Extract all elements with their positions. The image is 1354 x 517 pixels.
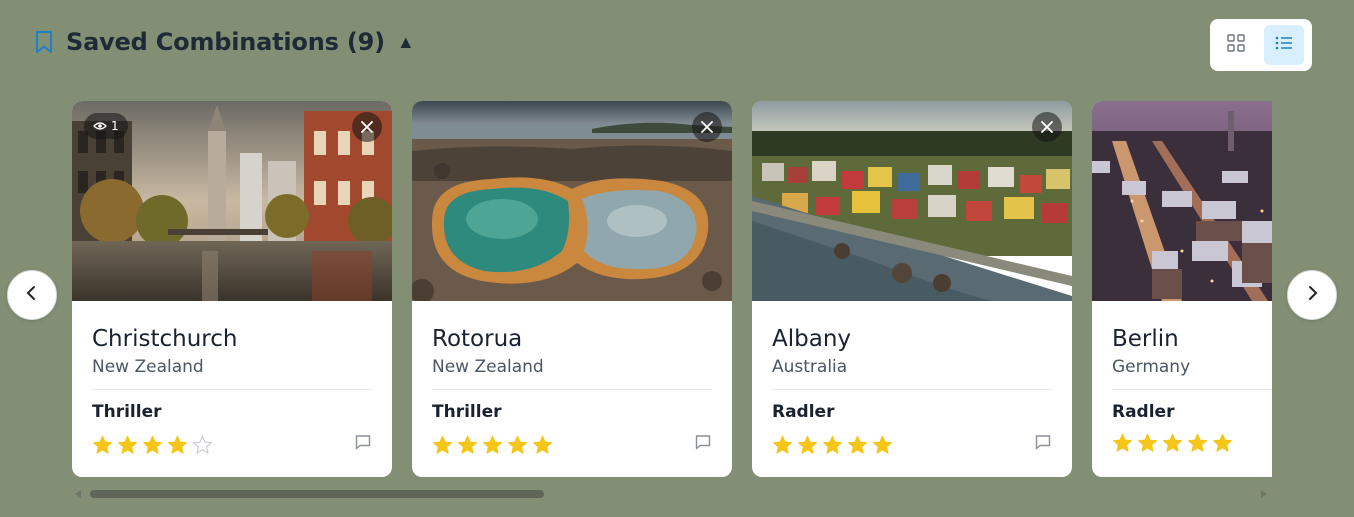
card-beer: Radler [772,402,835,422]
card-divider [1112,389,1272,390]
combination-card[interactable]: Rotorua New Zealand Thriller [412,101,732,477]
star-filled-icon[interactable] [507,435,528,455]
close-icon [1041,121,1053,133]
card-city: Rotorua [432,326,523,352]
star-rating[interactable] [1112,433,1233,453]
star-filled-icon[interactable] [1187,433,1208,453]
scrollbar-thumb[interactable] [90,490,544,498]
star-filled-icon[interactable] [772,435,793,455]
carousel-track: 1 Christchurch New Zealand Thriller Roto… [72,101,1272,477]
star-filled-icon[interactable] [532,435,553,455]
star-filled-icon[interactable] [1162,433,1183,453]
grid-view-button[interactable] [1216,25,1256,65]
scroll-left-arrow-icon[interactable] [75,490,81,498]
remove-card-button[interactable] [1032,112,1062,142]
views-count: 1 [111,119,119,133]
carousel-scrollbar[interactable] [72,488,1272,500]
card-city: Christchurch [92,326,238,352]
carousel-prev-button[interactable] [7,270,57,320]
section-header: Saved Combinations (9) ▲ [32,28,415,56]
star-filled-icon[interactable] [92,435,113,455]
card-country: Germany [1112,357,1191,377]
chevron-left-icon [25,285,39,306]
city-night-photo [1092,101,1272,301]
combinations-carousel: 1 Christchurch New Zealand Thriller Roto… [72,101,1272,477]
grid-icon [1227,33,1245,57]
card-city: Albany [772,326,852,352]
star-filled-icon[interactable] [797,435,818,455]
chevron-right-icon [1305,285,1319,306]
close-icon [701,121,713,133]
star-rating[interactable] [772,435,893,455]
views-badge: 1 [84,113,128,139]
card-country: New Zealand [432,357,544,377]
star-filled-icon[interactable] [1212,433,1233,453]
card-divider [772,389,1052,390]
bookmark-icon [32,29,56,55]
close-icon [361,121,373,133]
combination-card[interactable]: 1 Christchurch New Zealand Thriller [72,101,392,477]
carousel-next-button[interactable] [1287,270,1337,320]
remove-card-button[interactable] [692,112,722,142]
star-filled-icon[interactable] [117,435,138,455]
geothermal-pool-photo [412,101,732,301]
scroll-right-arrow-icon[interactable] [1261,490,1267,498]
star-filled-icon[interactable] [142,435,163,455]
star-filled-icon[interactable] [1112,433,1133,453]
star-filled-icon[interactable] [1137,433,1158,453]
remove-card-button[interactable] [352,112,382,142]
star-filled-icon[interactable] [167,435,188,455]
comment-icon[interactable] [694,433,712,456]
collapse-toggle-icon[interactable]: ▲ [397,32,415,53]
combination-card[interactable]: Albany Australia Radler [752,101,1072,477]
star-rating[interactable] [432,435,553,455]
view-toggle [1210,19,1312,71]
card-country: Australia [772,357,848,377]
card-divider [432,389,712,390]
star-empty-icon[interactable] [192,435,213,455]
combination-card[interactable]: Berlin Germany Radler [1092,101,1272,477]
card-beer: Thriller [432,402,502,422]
comment-icon[interactable] [1034,433,1052,456]
list-icon [1275,35,1293,56]
card-beer: Radler [1112,402,1175,422]
coastal-town-photo [752,101,1072,301]
star-filled-icon[interactable] [847,435,868,455]
star-filled-icon[interactable] [482,435,503,455]
canal-street-photo: 1 [72,101,392,301]
card-divider [92,389,372,390]
list-view-button[interactable] [1264,25,1304,65]
star-filled-icon[interactable] [822,435,843,455]
star-rating[interactable] [92,435,213,455]
section-title: Saved Combinations (9) [66,28,385,56]
comment-icon[interactable] [354,433,372,456]
star-filled-icon[interactable] [872,435,893,455]
card-beer: Thriller [92,402,162,422]
eye-icon [93,121,107,131]
star-filled-icon[interactable] [432,435,453,455]
star-filled-icon[interactable] [457,435,478,455]
card-country: New Zealand [92,357,204,377]
card-city: Berlin [1112,326,1179,352]
